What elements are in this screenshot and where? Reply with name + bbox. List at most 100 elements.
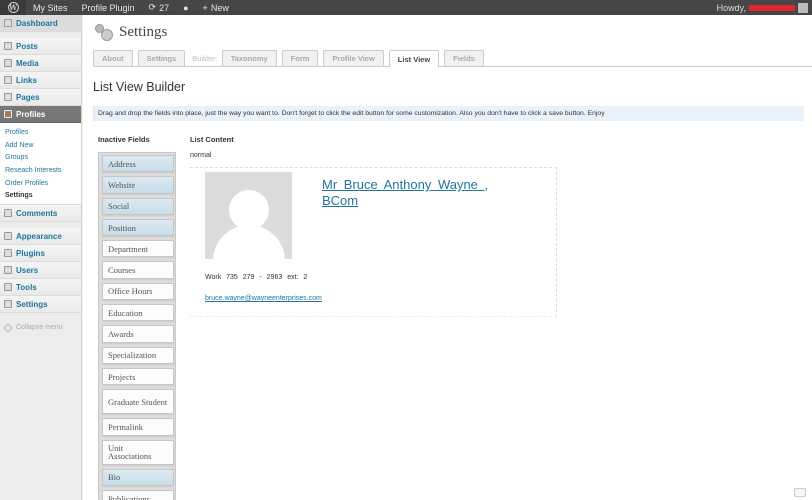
comments-link[interactable]: ● — [176, 0, 195, 15]
person-silhouette-icon — [229, 190, 269, 230]
redacted-username — [749, 4, 795, 11]
page-header: Settings — [93, 22, 167, 42]
sidebar-item-label: Tools — [16, 282, 37, 292]
sidebar-item-label: Pages — [16, 92, 40, 102]
tab-about[interactable]: About — [93, 50, 133, 66]
info-notice: Drag and drop the fields into place, jus… — [93, 106, 804, 121]
field-education[interactable]: Education — [102, 304, 174, 322]
submenu-groups[interactable]: Groups — [0, 151, 81, 164]
tab-form[interactable]: Form — [281, 50, 319, 66]
sidebar-item-tools[interactable]: Tools — [0, 279, 81, 297]
tab-list-view[interactable]: List View — [388, 50, 440, 67]
sidebar-item-label: Media — [16, 58, 39, 68]
field-specialization[interactable]: Specialization — [102, 346, 174, 364]
comment-bubble-icon: ● — [183, 2, 189, 13]
field-unit-associations[interactable]: Unit Associations — [102, 439, 174, 465]
sidebar-item-links[interactable]: Links — [0, 72, 81, 89]
submenu-research-interests[interactable]: Reseach Interests — [0, 164, 81, 177]
field-office-hours[interactable]: Office Hours — [102, 282, 174, 301]
field-graduate-student[interactable]: Graduate Student — [102, 389, 174, 415]
list-content-heading: List Content — [190, 135, 234, 144]
updates-count: 27 — [159, 2, 170, 13]
settings-tabs: About Settings Builder: Taxonomy Form Pr… — [93, 50, 812, 67]
people-settings-icon — [93, 22, 113, 42]
sidebar-item-label: Appearance — [16, 231, 62, 241]
sidebar-item-dashboard[interactable]: Dashboard — [0, 15, 81, 32]
users-icon — [4, 266, 12, 275]
tools-icon — [4, 283, 12, 292]
sidebar-item-users[interactable]: Users — [0, 262, 81, 280]
collapse-arrow-icon — [4, 323, 12, 332]
sidebar-item-settings[interactable]: Settings — [0, 296, 81, 314]
field-social[interactable]: Social — [102, 197, 174, 215]
field-publications[interactable]: Publications — [102, 489, 174, 500]
appearance-icon — [4, 232, 12, 241]
sidebar-item-label: Dashboard — [16, 18, 58, 28]
sidebar-item-label: Settings — [16, 299, 48, 309]
field-projects[interactable]: Projects — [102, 367, 174, 386]
sidebar-item-appearance[interactable]: Appearance — [0, 228, 81, 246]
admin-side-menu: Dashboard Posts Media Links Pages Profil… — [0, 15, 82, 500]
submenu-profiles[interactable]: Profiles — [0, 126, 81, 139]
my-sites-link[interactable]: My Sites — [26, 0, 75, 15]
site-name-link[interactable]: Profile Plugin — [75, 0, 142, 15]
submenu-settings[interactable]: Settings — [0, 189, 81, 202]
tab-profile-view[interactable]: Profile View — [323, 50, 384, 66]
field-courses[interactable]: Courses — [102, 261, 174, 279]
plus-icon: + — [202, 2, 208, 13]
sidebar-item-media[interactable]: Media — [0, 55, 81, 72]
plugin-icon — [4, 249, 12, 258]
admin-bar: W My Sites Profile Plugin ⟳ 27 ● + New H… — [0, 0, 812, 15]
builder-label: Builder: — [192, 53, 218, 63]
wordpress-logo-icon[interactable]: W — [0, 0, 26, 15]
sidebar-item-label: Comments — [16, 208, 58, 218]
page-title: Settings — [119, 23, 168, 40]
field-address[interactable]: Address — [102, 155, 174, 173]
new-content-link[interactable]: + New — [196, 0, 236, 15]
media-icon — [4, 59, 12, 67]
sidebar-item-plugins[interactable]: Plugins — [0, 245, 81, 263]
field-bio[interactable]: Bio — [102, 468, 174, 486]
submenu-order-profiles[interactable]: Order Profiles — [0, 177, 81, 190]
sidebar-item-label: Users — [16, 265, 39, 275]
field-awards[interactable]: Awards — [102, 325, 174, 343]
field-department[interactable]: Department — [102, 240, 174, 258]
account-menu[interactable]: Howdy, — [716, 2, 812, 13]
refresh-icon: ⟳ — [148, 2, 157, 12]
tab-taxonomy[interactable]: Taxonomy — [221, 50, 277, 66]
profile-phone: Work 735 279 - 2963 ext: 2 — [205, 274, 308, 281]
field-permalink[interactable]: Permalink — [102, 418, 174, 436]
settings-icon — [4, 300, 12, 309]
profile-email-link[interactable]: bruce.wayne@wayneenterprises.com — [205, 295, 322, 302]
section-title: List View Builder — [93, 80, 186, 94]
link-icon — [4, 76, 12, 84]
sidebar-item-label: Plugins — [16, 248, 45, 258]
sidebar-item-profiles[interactable]: Profiles — [0, 106, 81, 123]
updates-link[interactable]: ⟳ 27 — [142, 0, 177, 15]
sidebar-item-label: Posts — [16, 41, 38, 51]
profile-name-link[interactable]: Mr Bruce Anthony Wayne , BCom — [322, 177, 502, 209]
list-style-label: normal — [190, 152, 212, 159]
sidebar-item-comments[interactable]: Comments — [0, 205, 81, 223]
inactive-fields-heading: Inactive Fields — [98, 135, 150, 144]
tab-fields[interactable]: Fields — [444, 50, 484, 66]
field-position[interactable]: Position — [102, 218, 174, 237]
pin-icon — [4, 42, 12, 50]
dashboard-icon — [4, 19, 12, 27]
profile-photo-placeholder — [205, 172, 292, 259]
sidebar-item-label: Links — [16, 75, 37, 85]
new-label: New — [210, 2, 229, 13]
collapse-menu-button[interactable]: Collapse menu — [0, 319, 81, 336]
screen-options-corner-button[interactable] — [794, 488, 806, 497]
list-content-dropzone[interactable]: Mr Bruce Anthony Wayne , BCom Work 735 2… — [190, 167, 557, 317]
page-icon — [4, 93, 12, 101]
howdy-text: Howdy, — [716, 2, 746, 13]
submenu-add-new[interactable]: Add New — [0, 139, 81, 152]
tab-settings[interactable]: Settings — [137, 50, 186, 66]
sidebar-item-pages[interactable]: Pages — [0, 89, 81, 106]
main-content: Settings About Settings Builder: Taxonom… — [83, 15, 812, 500]
profile-icon — [4, 110, 12, 118]
sidebar-item-posts[interactable]: Posts — [0, 38, 81, 55]
collapse-label: Collapse menu — [16, 324, 63, 332]
field-website[interactable]: Website — [102, 176, 174, 194]
